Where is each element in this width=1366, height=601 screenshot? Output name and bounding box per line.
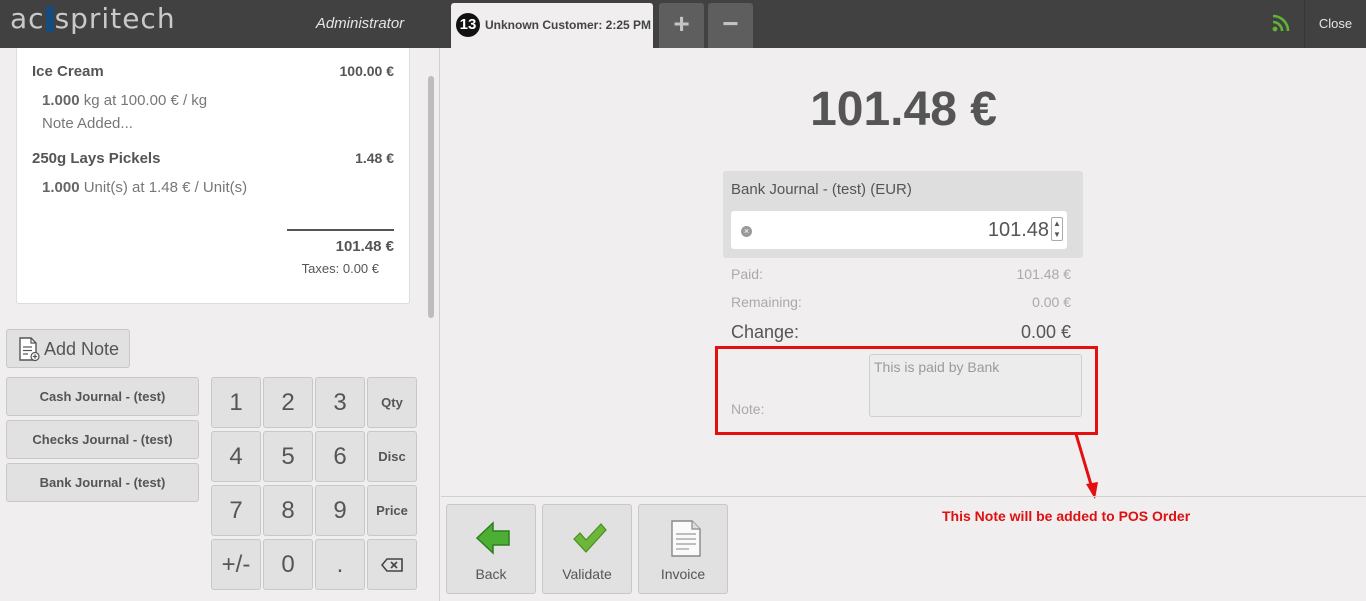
invoice-button[interactable]: Invoice [638,504,728,594]
top-bar: ac spritech Administrator 13 Unknown Cust… [0,0,1366,48]
numpad-sign-button[interactable]: +/- [211,539,261,590]
numpad-key-9[interactable]: 9 [315,485,365,536]
numpad-key-2[interactable]: 2 [263,377,313,428]
line-info: 1.000 kg at 100.00 € / kg Note Added... [42,89,394,135]
numpad-dot-button[interactable]: . [315,539,365,590]
remaining-label: Remaining: [731,294,802,310]
line-detail: Unit(s) at 1.48 € / Unit(s) [83,179,248,196]
validate-button[interactable]: Validate [542,504,632,594]
order-tab[interactable]: 13 Unknown Customer: 2:25 PM [451,3,653,48]
paid-row: Paid: 101.48 € [731,266,1071,282]
checkmark-icon [573,523,607,553]
numpad-key-4[interactable]: 4 [211,431,261,482]
line-info: 1.000 Unit(s) at 1.48 € / Unit(s) [42,176,394,199]
add-note-button[interactable]: Add Note [6,329,130,368]
order-summary: Ice Cream 100.00 € 1.000 kg at 100.00 € … [16,48,410,304]
paid-label: Paid: [731,266,763,282]
order-line[interactable]: 250g Lays Pickels 1.48 € 1.000 Unit(s) a… [32,150,394,199]
order-tab-label: Unknown Customer: 2:25 PM [485,18,652,32]
numpad-price-button[interactable]: Price [367,485,417,536]
numpad-key-6[interactable]: 6 [315,431,365,482]
invoice-label: Invoice [660,566,706,582]
numpad-qty-button[interactable]: Qty [367,377,417,428]
change-row: Change: 0.00 € [731,322,1071,343]
delete-order-button[interactable]: − [708,3,753,48]
numpad-key-5[interactable]: 5 [263,431,313,482]
back-button[interactable]: Back [446,504,536,594]
order-taxes: Taxes: 0.00 € [301,261,379,276]
validate-label: Validate [562,566,612,582]
order-line[interactable]: Ice Cream 100.00 € 1.000 kg at 100.00 € … [32,63,394,135]
cash-journal-button[interactable]: Cash Journal - (test) [6,377,199,416]
numpad-key-1[interactable]: 1 [211,377,261,428]
connection-status-icon [1272,14,1290,32]
username-label[interactable]: Administrator [300,15,420,32]
company-logo: ac spritech [10,2,176,35]
order-number-badge: 13 [456,13,480,37]
change-value: 0.00 € [1020,322,1071,342]
remaining-row: Remaining: 0.00 € [731,294,1071,310]
numpad-disc-button[interactable]: Disc [367,431,417,482]
left-pane: Ice Cream 100.00 € 1.000 kg at 100.00 € … [0,48,440,601]
total-divider [287,229,394,231]
order-total: 101.48 € [335,238,394,255]
note-add-icon [19,337,40,362]
remaining-value: 0.00 € [1032,294,1071,310]
bank-journal-button[interactable]: Bank Journal - (test) [6,463,199,502]
add-note-label: Add Note [44,339,120,359]
payment-actions: Back Validate Invoice [441,496,1366,601]
payment-amount-value: 101.48 [987,219,1049,241]
amount-due: 101.48 € [810,83,997,136]
back-arrow-icon [475,521,510,555]
new-order-button[interactable]: + [659,3,704,48]
numpad-key-3[interactable]: 3 [315,377,365,428]
paymentline-journal: Bank Journal - (test) (EUR) [731,181,912,198]
note-label: Note: [731,401,765,417]
invoice-document-icon [671,520,701,557]
order-scrollbar[interactable] [428,76,434,318]
line-price: 1.48 € [355,150,394,166]
spinner-arrows-icon[interactable]: ▲ ▼ [1051,217,1063,241]
annotation-arrow [1074,433,1098,499]
line-detail: kg at 100.00 € / kg [83,92,208,109]
checks-journal-button[interactable]: Checks Journal - (test) [6,420,199,459]
line-qty: 1.000 [42,179,80,196]
paid-value: 101.48 € [1016,266,1072,282]
line-note: Note Added... [42,115,133,132]
back-label: Back [475,566,507,582]
backspace-icon [380,558,403,572]
change-label: Change: [731,322,800,342]
numpad-key-8[interactable]: 8 [263,485,313,536]
payment-screen: 101.48 € Bank Journal - (test) (EUR) × 1… [441,48,1366,601]
paymentline: Bank Journal - (test) (EUR) × 101.48 ▲ ▼ [723,171,1083,258]
payment-amount-input[interactable]: × 101.48 ▲ ▼ [731,211,1067,249]
numpad-key-0[interactable]: 0 [263,539,313,590]
close-button[interactable]: Close [1304,0,1366,48]
numpad-backspace-button[interactable] [367,539,417,590]
payment-note-field[interactable]: This is paid by Bank [869,354,1082,417]
numpad-key-7[interactable]: 7 [211,485,261,536]
clear-icon[interactable]: × [741,226,752,237]
line-price: 100.00 € [339,63,395,79]
line-qty: 1.000 [42,92,80,109]
product-name: 250g Lays Pickels [32,150,161,167]
